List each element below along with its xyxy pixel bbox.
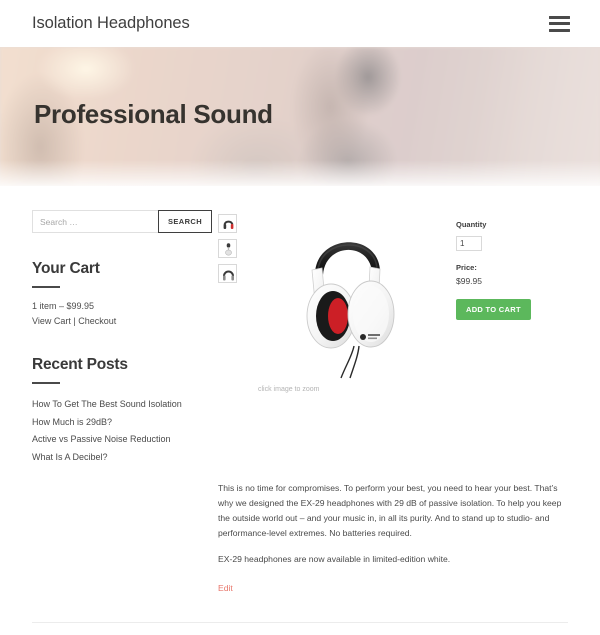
- price-value: $99.95: [456, 276, 482, 286]
- cart-actions: View Cart | Checkout: [32, 314, 200, 329]
- main-product-image-wrap: click image to zoom: [240, 210, 450, 393]
- search-button[interactable]: SEARCH: [158, 210, 213, 233]
- site-header: Isolation Headphones: [0, 0, 600, 47]
- zoom-caption: click image to zoom: [258, 386, 320, 393]
- list-item: How Much is 29dB?: [32, 413, 200, 431]
- description-paragraph: EX-29 headphones are now available in li…: [218, 554, 451, 564]
- main-product-image[interactable]: [284, 210, 410, 380]
- hero-bottom-fade: [0, 160, 600, 186]
- recent-post-link[interactable]: What Is A Decibel?: [32, 452, 108, 462]
- thumbnail-headphones-side[interactable]: [218, 239, 237, 258]
- thumbnail-headphones-top[interactable]: [218, 264, 237, 283]
- list-item: What Is A Decibel?: [32, 448, 200, 466]
- quantity-input[interactable]: [456, 236, 482, 251]
- description-paragraph: This is no time for compromises. To perf…: [218, 483, 562, 538]
- thumbnail-strip: [218, 210, 240, 393]
- checkout-link[interactable]: Checkout: [78, 316, 116, 326]
- site-footer: Isolation Headphones Isolation Headphone…: [0, 623, 600, 635]
- price-block: Price: $99.95: [456, 263, 570, 286]
- list-item: How To Get The Best Sound Isolation: [32, 395, 200, 413]
- hero-title: Professional Sound: [34, 99, 273, 129]
- cart-summary: 1 item – $99.95: [32, 301, 95, 311]
- thumbnail-headphones-front[interactable]: [218, 214, 237, 233]
- add-to-cart-button[interactable]: ADD TO CART: [456, 299, 531, 320]
- recent-posts-list: How To Get The Best Sound Isolation How …: [32, 395, 200, 465]
- main-content: SEARCH Your Cart 1 item – $99.95 View Ca…: [0, 186, 600, 465]
- hamburger-line: [549, 28, 570, 32]
- recent-post-link[interactable]: Active vs Passive Noise Reduction: [32, 434, 171, 444]
- purchase-panel: Quantity Price: $99.95 ADD TO CART: [450, 210, 570, 393]
- recent-posts-widget: Recent Posts How To Get The Best Sound I…: [32, 356, 200, 465]
- search-form: SEARCH: [32, 210, 213, 233]
- edit-link[interactable]: Edit: [218, 583, 233, 593]
- cart-widget: Your Cart 1 item – $99.95 View Cart | Ch…: [32, 260, 200, 329]
- search-input[interactable]: [33, 211, 158, 232]
- hamburger-line: [549, 15, 570, 19]
- quantity-label: Quantity: [456, 220, 487, 229]
- site-title[interactable]: Isolation Headphones: [32, 14, 190, 33]
- product-description: This is no time for compromises. To perf…: [0, 465, 600, 596]
- hero-banner: Professional Sound: [0, 47, 600, 186]
- hamburger-line: [549, 22, 570, 25]
- list-item: Active vs Passive Noise Reduction: [32, 430, 200, 448]
- hamburger-menu-icon[interactable]: [549, 15, 570, 32]
- sidebar: SEARCH Your Cart 1 item – $99.95 View Ca…: [32, 210, 214, 465]
- recent-posts-underline: [32, 382, 60, 384]
- product-gallery: click image to zoom Quantity Price: $99.…: [218, 210, 570, 393]
- recent-posts-title: Recent Posts: [32, 356, 128, 373]
- cart-widget-title: Your Cart: [32, 260, 100, 277]
- view-cart-link[interactable]: View Cart: [32, 316, 71, 326]
- recent-post-link[interactable]: How To Get The Best Sound Isolation: [32, 399, 182, 409]
- recent-post-link[interactable]: How Much is 29dB?: [32, 417, 112, 427]
- cart-widget-underline: [32, 286, 60, 288]
- product-section: click image to zoom Quantity Price: $99.…: [214, 210, 570, 465]
- price-label: Price:: [456, 263, 477, 272]
